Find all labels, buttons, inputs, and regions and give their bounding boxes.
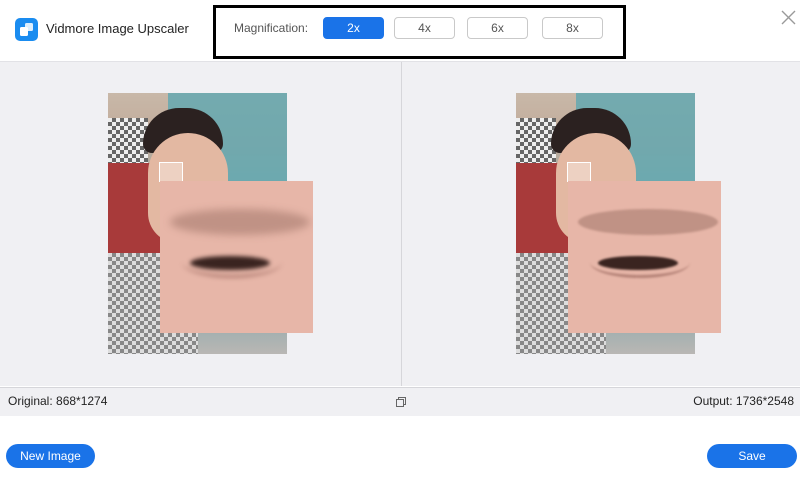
zoom-region-marker[interactable] bbox=[159, 162, 183, 182]
magnification-4x-button[interactable]: 4x bbox=[394, 17, 455, 39]
close-icon[interactable] bbox=[780, 9, 797, 26]
vidmore-logo-icon bbox=[15, 18, 38, 41]
output-zoom-lens bbox=[568, 181, 721, 333]
bottom-bar bbox=[0, 416, 800, 479]
save-button[interactable]: Save bbox=[707, 444, 797, 468]
original-resolution: Original: 868*1274 bbox=[8, 394, 108, 408]
new-image-button[interactable]: New Image bbox=[6, 444, 95, 468]
original-zoom-lens bbox=[160, 181, 313, 333]
output-resolution: Output: 1736*2548 bbox=[693, 394, 794, 408]
preview-divider bbox=[401, 62, 402, 386]
magnification-8x-button[interactable]: 8x bbox=[542, 17, 603, 39]
magnification-2x-button[interactable]: 2x bbox=[323, 17, 384, 39]
output-zoom-region-marker[interactable] bbox=[567, 162, 591, 182]
magnification-6x-button[interactable]: 6x bbox=[467, 17, 528, 39]
magnification-label: Magnification: bbox=[234, 21, 309, 35]
app-title: Vidmore Image Upscaler bbox=[46, 21, 189, 36]
copy-compare-icon[interactable] bbox=[395, 395, 407, 407]
